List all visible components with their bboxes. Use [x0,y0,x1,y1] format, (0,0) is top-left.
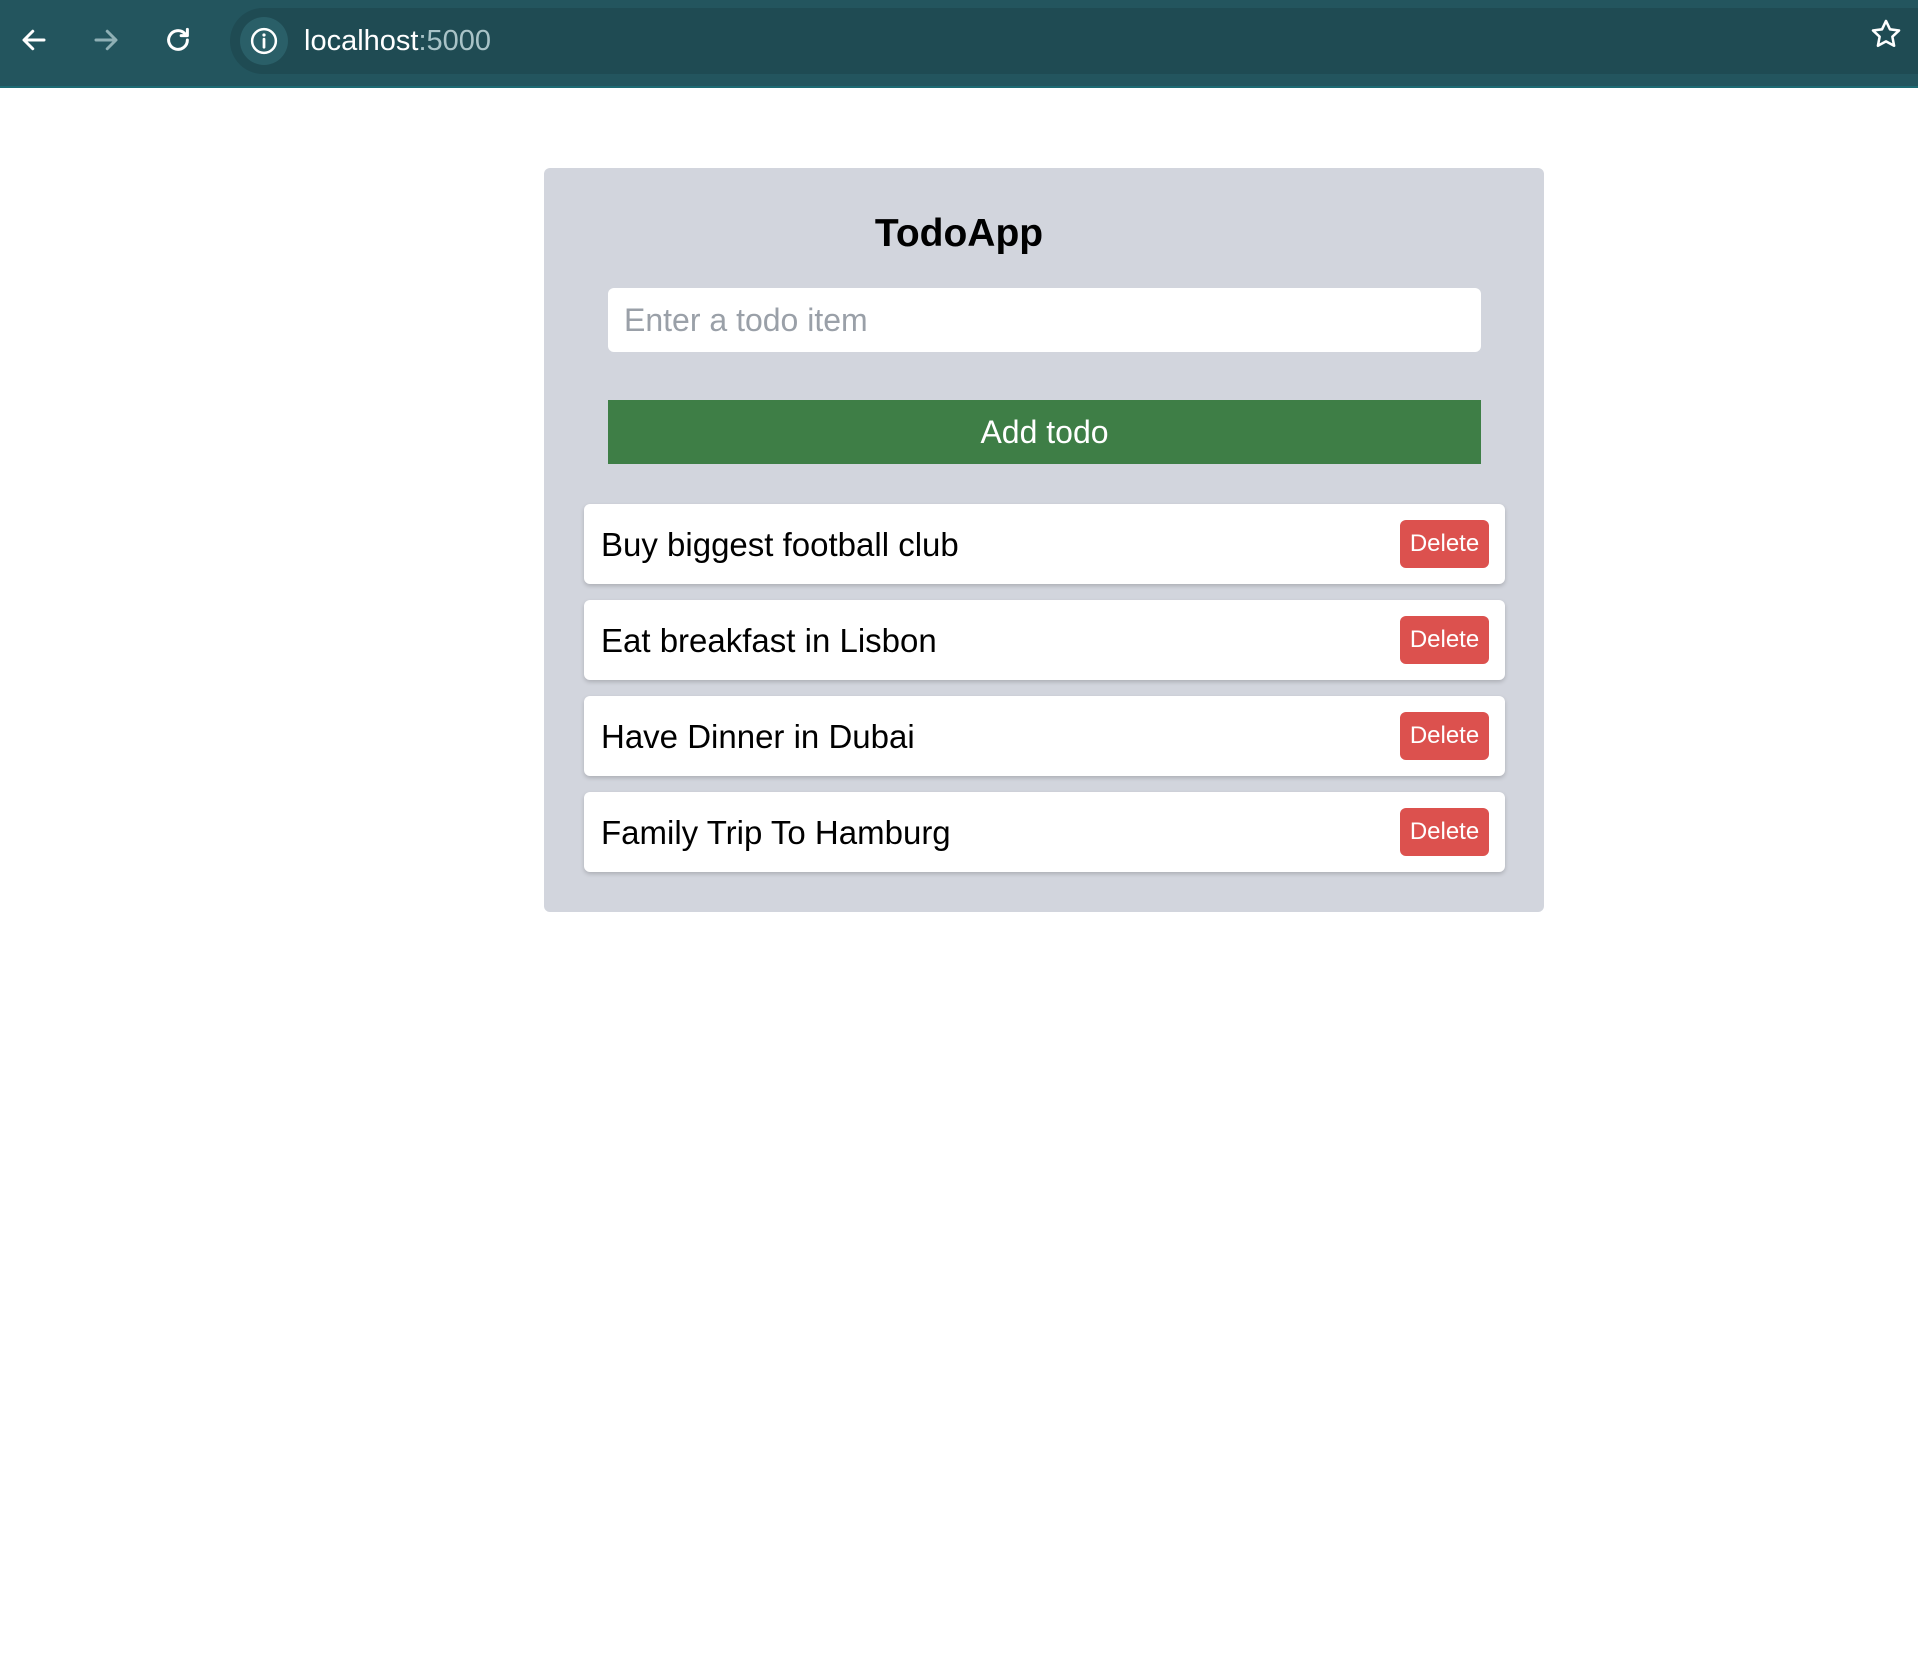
add-todo-button[interactable]: Add todo [608,400,1481,464]
app-title: TodoApp [874,212,1044,255]
url-text[interactable]: localhost:5000 [304,24,491,58]
arrow-right-icon [94,29,118,51]
delete-button[interactable]: Delete [1400,712,1489,760]
arrow-left-icon [22,29,46,51]
todo-text: Have Dinner in Dubai [601,718,915,755]
todo-input[interactable] [608,288,1481,352]
todo-item: Buy biggest football club Delete [584,504,1505,584]
back-button[interactable] [10,16,58,64]
star-icon [1871,19,1901,48]
delete-button[interactable]: Delete [1400,520,1489,568]
todo-item: Family Trip To Hamburg Delete [584,792,1505,872]
todo-text: Buy biggest football club [601,526,959,563]
todo-text: Eat breakfast in Lisbon [601,622,937,659]
reload-button[interactable] [154,16,202,64]
site-info-button[interactable] [240,17,288,65]
delete-button[interactable]: Delete [1400,616,1489,664]
reload-icon [167,27,189,51]
info-icon [250,27,278,55]
bookmark-button[interactable] [1868,16,1904,52]
address-bar[interactable]: localhost:5000 [230,8,1918,74]
todo-list: Buy biggest football club Delete Eat bre… [584,504,1505,888]
delete-button[interactable]: Delete [1400,808,1489,856]
url-port: :5000 [418,25,492,57]
todo-item: Eat breakfast in Lisbon Delete [584,600,1505,680]
forward-button[interactable] [82,16,130,64]
todo-text: Family Trip To Hamburg [601,814,951,851]
url-host: localhost [304,25,419,57]
todo-item: Have Dinner in Dubai Delete [584,696,1505,776]
browser-toolbar: localhost:5000 [0,0,1918,88]
